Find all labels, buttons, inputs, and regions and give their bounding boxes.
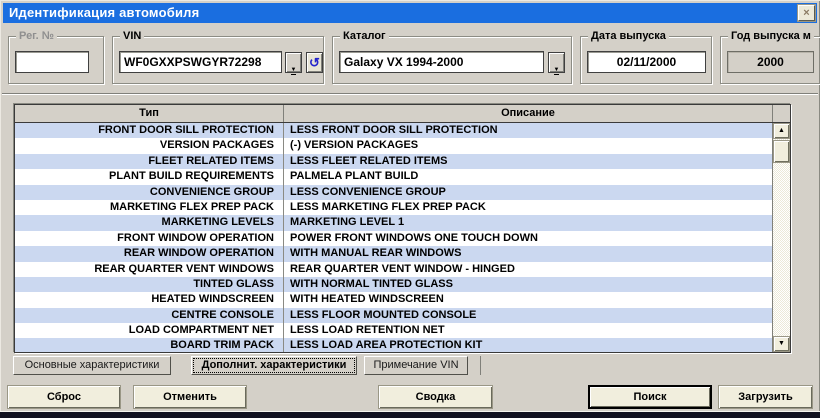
cell-description: WITH NORMAL TINTED GLASS [284, 277, 772, 292]
table-row[interactable]: CENTRE CONSOLELESS FLOOR MOUNTED CONSOLE [15, 308, 772, 323]
cell-type: CONVENIENCE GROUP [15, 185, 284, 200]
cell-type: FRONT WINDOW OPERATION [15, 231, 284, 246]
table-header: Тип Описание [15, 105, 790, 123]
table-row[interactable]: FRONT DOOR SILL PROTECTIONLESS FRONT DOO… [15, 123, 772, 138]
table-row[interactable]: FLEET RELATED ITEMSLESS FLEET RELATED IT… [15, 154, 772, 169]
chevron-down-icon: ▼ [291, 67, 297, 75]
column-header-type: Тип [15, 105, 284, 122]
vertical-scrollbar[interactable]: ▲ ▼ [772, 123, 790, 352]
table-row[interactable]: LOAD COMPARTMENT NETLESS LOAD RETENTION … [15, 323, 772, 338]
tab-additional[interactable]: Дополнит. характеристики [191, 356, 357, 375]
reg-number-input[interactable] [15, 51, 89, 73]
cell-description: LESS MARKETING FLEX PREP PACK [284, 200, 772, 215]
reg-number-label: Рег. № [16, 30, 57, 42]
issue-date-input[interactable] [587, 51, 706, 73]
group-issue-date: Дата выпуска [580, 36, 712, 84]
table-row[interactable]: BOARD TRIM PACKLESS LOAD AREA PROTECTION… [15, 338, 772, 352]
column-header-description: Описание [284, 105, 773, 122]
table-row[interactable]: REAR WINDOW OPERATIONWITH MANUAL REAR WI… [15, 246, 772, 261]
tab-vin-note[interactable]: Примечание VIN [364, 356, 468, 375]
dialog-window: Идентификация автомобиля × Рег. № VIN ▼ … [0, 0, 820, 418]
reset-button[interactable]: Сброс [7, 385, 121, 409]
cell-description: LESS FLEET RELATED ITEMS [284, 154, 772, 169]
column-header-scroll-spacer [773, 105, 790, 122]
table-row[interactable]: FRONT WINDOW OPERATIONPOWER FRONT WINDOW… [15, 231, 772, 246]
cell-type: TINTED GLASS [15, 277, 284, 292]
catalog-label: Каталог [340, 30, 389, 42]
tab-strip-edge [480, 356, 481, 375]
scrollbar-thumb[interactable] [773, 140, 790, 163]
cell-type: CENTRE CONSOLE [15, 308, 284, 323]
cell-type: FRONT DOOR SILL PROTECTION [15, 123, 284, 138]
cell-type: HEATED WINDSCREEN [15, 292, 284, 307]
model-year-field [727, 51, 814, 73]
issue-date-label: Дата выпуска [588, 30, 669, 42]
cell-description: LESS LOAD RETENTION NET [284, 323, 772, 338]
search-button[interactable]: Поиск [588, 385, 712, 409]
group-catalog: Каталог ▼ [332, 36, 572, 84]
title-bar[interactable]: Идентификация автомобиля × [3, 3, 817, 23]
chevron-down-icon: ▼ [554, 67, 560, 75]
catalog-input[interactable] [339, 51, 544, 73]
cell-description: LESS CONVENIENCE GROUP [284, 185, 772, 200]
table-row[interactable]: MARKETING LEVELSMARKETING LEVEL 1 [15, 215, 772, 230]
cell-type: BOARD TRIM PACK [15, 338, 284, 352]
cell-type: REAR WINDOW OPERATION [15, 246, 284, 261]
catalog-dropdown-button[interactable]: ▼ [548, 52, 565, 73]
vin-label: VIN [120, 30, 144, 42]
tab-bar: Основные характеристики Дополнит. характе… [13, 356, 481, 375]
cell-description: MARKETING LEVEL 1 [284, 215, 772, 230]
arrow-down-icon: ▼ [778, 340, 785, 347]
table-row[interactable]: HEATED WINDSCREENWITH HEATED WINDSCREEN [15, 292, 772, 307]
cell-description: LESS FRONT DOOR SILL PROTECTION [284, 123, 772, 138]
cell-description: WITH HEATED WINDSCREEN [284, 292, 772, 307]
cell-description: WITH MANUAL REAR WINDOWS [284, 246, 772, 261]
cell-description: (-) VERSION PACKAGES [284, 138, 772, 153]
vin-undo-button[interactable]: ↺ [306, 52, 323, 73]
group-vin: VIN ▼ ↺ [112, 36, 324, 84]
vin-dropdown-button[interactable]: ▼ [285, 52, 302, 73]
table-body: FRONT DOOR SILL PROTECTIONLESS FRONT DOO… [15, 123, 772, 352]
cell-type: VERSION PACKAGES [15, 138, 284, 153]
group-reg-number: Рег. № [8, 36, 104, 84]
table-row[interactable]: PLANT BUILD REQUIREMENTSPALMELA PLANT BU… [15, 169, 772, 184]
undo-icon: ↺ [309, 55, 320, 70]
cell-description: PALMELA PLANT BUILD [284, 169, 772, 184]
tab-basic[interactable]: Основные характеристики [13, 356, 171, 375]
table-row[interactable]: REAR QUARTER VENT WINDOWSREAR QUARTER VE… [15, 262, 772, 277]
group-model-year: Год выпуска м [720, 36, 820, 84]
load-button[interactable]: Загрузить [718, 385, 813, 409]
cell-type: PLANT BUILD REQUIREMENTS [15, 169, 284, 184]
cell-description: LESS LOAD AREA PROTECTION KIT [284, 338, 772, 352]
button-bar: Сброс Отменить Сводка ПоискЗагрузить [0, 385, 820, 409]
cell-type: MARKETING LEVELS [15, 215, 284, 230]
characteristics-table: Тип Описание FRONT DOOR SILL PROTECTIONL… [14, 104, 791, 353]
scroll-down-button[interactable]: ▼ [773, 336, 790, 352]
model-year-label: Год выпуска м [728, 30, 814, 42]
table-row[interactable]: MARKETING FLEX PREP PACKLESS MARKETING F… [15, 200, 772, 215]
cell-type: FLEET RELATED ITEMS [15, 154, 284, 169]
cell-description: REAR QUARTER VENT WINDOW - HINGED [284, 262, 772, 277]
vin-input[interactable] [119, 51, 282, 73]
close-icon: × [803, 7, 810, 19]
table-row[interactable]: VERSION PACKAGES(-) VERSION PACKAGES [15, 138, 772, 153]
window-title: Идентификация автомобиля [9, 5, 199, 20]
cell-description: LESS FLOOR MOUNTED CONSOLE [284, 308, 772, 323]
cancel-button[interactable]: Отменить [133, 385, 247, 409]
table-row[interactable]: CONVENIENCE GROUPLESS CONVENIENCE GROUP [15, 185, 772, 200]
cell-type: MARKETING FLEX PREP PACK [15, 200, 284, 215]
summary-button[interactable]: Сводка [378, 385, 493, 409]
cell-type: LOAD COMPARTMENT NET [15, 323, 284, 338]
window-bottom-edge [0, 411, 820, 418]
divider [2, 93, 818, 95]
cell-description: POWER FRONT WINDOWS ONE TOUCH DOWN [284, 231, 772, 246]
scroll-up-button[interactable]: ▲ [773, 123, 790, 139]
close-button[interactable]: × [798, 5, 815, 21]
arrow-up-icon: ▲ [778, 127, 785, 134]
table-row[interactable]: TINTED GLASSWITH NORMAL TINTED GLASS [15, 277, 772, 292]
cell-type: REAR QUARTER VENT WINDOWS [15, 262, 284, 277]
